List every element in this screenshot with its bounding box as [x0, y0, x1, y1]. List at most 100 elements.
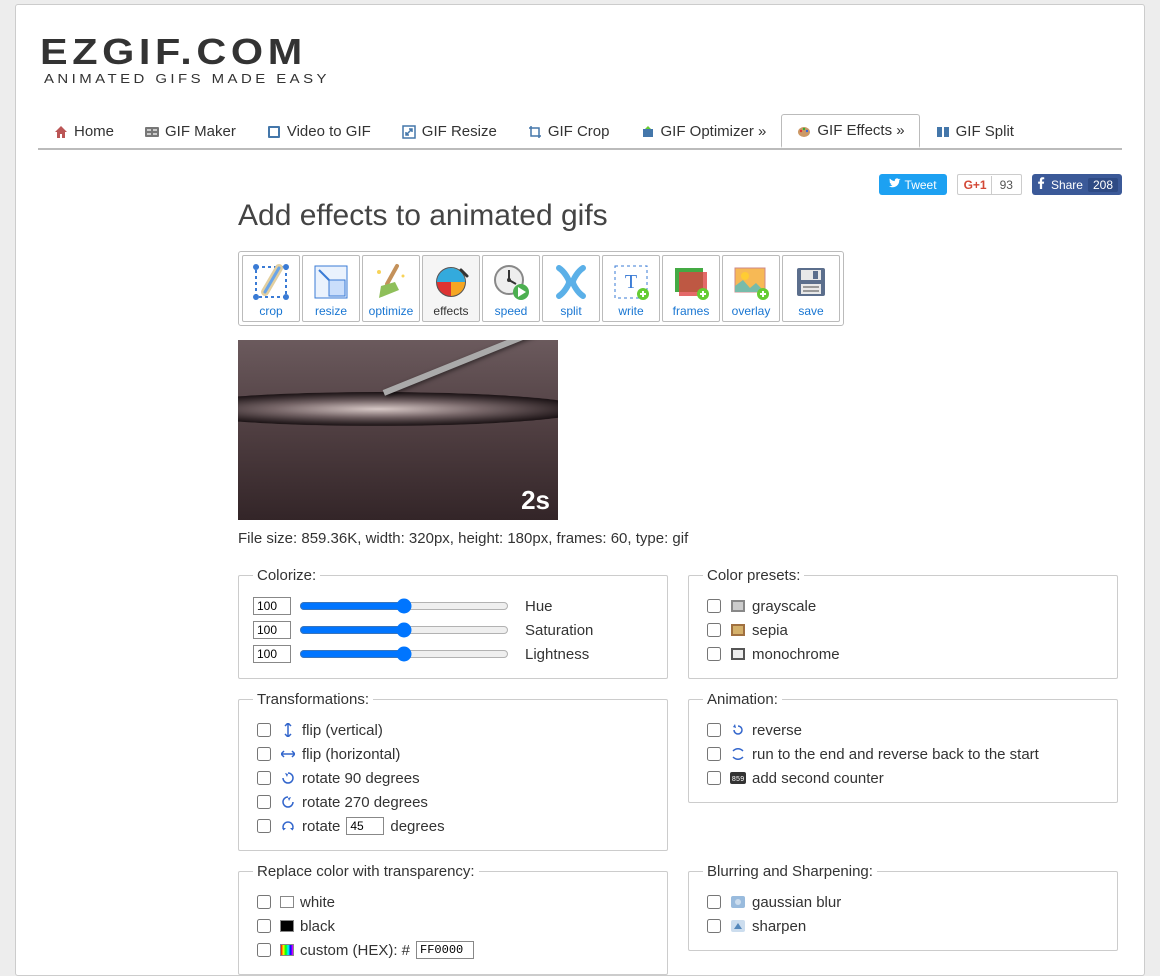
sepia-checkbox[interactable] [707, 623, 721, 637]
saturation-slider[interactable] [299, 622, 509, 638]
lightness-value[interactable] [253, 645, 291, 663]
share-bar: Tweet G+1 93 Share 208 [38, 174, 1122, 195]
sharpen-icon [730, 918, 746, 934]
replace-white-label: white [300, 894, 335, 911]
nav-gif-crop[interactable]: GIF Crop [512, 114, 625, 148]
twitter-icon [889, 177, 901, 192]
rotate-90-checkbox[interactable] [257, 771, 271, 785]
tool-save[interactable]: save [782, 255, 840, 322]
rotate-90-icon [280, 770, 296, 786]
site-logo[interactable]: EZGIF.COM ANIMATED GIFS MADE EASY [40, 31, 1122, 86]
tool-split[interactable]: split [542, 255, 600, 322]
color-presets-panel: Color presets: grayscale sepia [688, 567, 1118, 679]
monochrome-checkbox[interactable] [707, 647, 721, 661]
split-icon [935, 124, 951, 140]
crop-tool-icon [249, 260, 293, 304]
tool-label: split [544, 304, 598, 318]
tool-crop[interactable]: crop [242, 255, 300, 322]
svg-text:859: 859 [732, 776, 745, 784]
lightness-slider[interactable] [299, 646, 509, 662]
reverse-icon [730, 722, 746, 738]
replace-white-checkbox[interactable] [257, 895, 271, 909]
saturation-label: Saturation [525, 622, 593, 639]
preview-record-graphic [238, 392, 558, 426]
gaussian-blur-checkbox[interactable] [707, 895, 721, 909]
sepia-icon [730, 622, 746, 638]
gplus-button[interactable]: G+1 93 [957, 174, 1022, 195]
nav-label: Home [74, 123, 114, 140]
counter-checkbox[interactable] [707, 771, 721, 785]
animation-panel: Animation: reverse run to the end and re… [688, 691, 1118, 803]
colorize-panel: Colorize: Hue Saturation Lightness [238, 567, 668, 679]
optimize-icon [640, 124, 656, 140]
tool-optimize[interactable]: optimize [362, 255, 420, 322]
rotate-custom-post: degrees [390, 818, 444, 835]
counter-label: add second counter [752, 770, 884, 787]
tool-overlay[interactable]: overlay [722, 255, 780, 322]
top-nav: Home GIF Maker Video to GIF GIF Resize G… [38, 114, 1122, 150]
tool-label: save [784, 304, 838, 318]
reverse-checkbox[interactable] [707, 723, 721, 737]
tweet-button[interactable]: Tweet [879, 174, 947, 195]
flip-v-checkbox[interactable] [257, 723, 271, 737]
tool-write[interactable]: T write [602, 255, 660, 322]
blur-sharpen-legend: Blurring and Sharpening: [703, 863, 877, 880]
black-swatch-icon [280, 920, 294, 932]
replace-black-checkbox[interactable] [257, 919, 271, 933]
rotate-custom-value[interactable] [346, 817, 384, 835]
white-swatch-icon [280, 896, 294, 908]
reverse-label: reverse [752, 722, 802, 739]
grayscale-checkbox[interactable] [707, 599, 721, 613]
nav-gif-resize[interactable]: GIF Resize [386, 114, 512, 148]
gplus-count: 93 [991, 176, 1021, 194]
replace-custom-checkbox[interactable] [257, 943, 271, 957]
fb-share-button[interactable]: Share 208 [1032, 174, 1122, 195]
replace-color-panel: Replace color with transparency: white b… [238, 863, 668, 975]
sharpen-checkbox[interactable] [707, 919, 721, 933]
sepia-label: sepia [752, 622, 788, 639]
flip-v-icon [280, 722, 296, 738]
resize-icon [401, 124, 417, 140]
tool-resize[interactable]: resize [302, 255, 360, 322]
transformations-legend: Transformations: [253, 691, 373, 708]
gplus-icon: G+1 [958, 176, 991, 194]
counter-icon: 859 [730, 770, 746, 786]
rotate-custom-icon [280, 818, 296, 834]
tool-strip: crop resize optimize effects [238, 251, 844, 326]
rainbow-swatch-icon [280, 944, 294, 956]
colorize-legend: Colorize: [253, 567, 320, 584]
crop-icon [527, 124, 543, 140]
nav-home[interactable]: Home [38, 114, 129, 148]
tool-frames[interactable]: frames [662, 255, 720, 322]
nav-gif-optimizer[interactable]: GIF Optimizer » [625, 114, 782, 148]
nav-label: GIF Optimizer » [661, 123, 767, 140]
frames-tool-icon [669, 260, 713, 304]
monochrome-icon [730, 646, 746, 662]
hue-label: Hue [525, 598, 553, 615]
nav-gif-maker[interactable]: GIF Maker [129, 114, 251, 148]
rotate-custom-checkbox[interactable] [257, 819, 271, 833]
tool-label: write [604, 304, 658, 318]
tool-effects[interactable]: effects [422, 255, 480, 322]
overlay-tool-icon [729, 260, 773, 304]
palette-icon [796, 123, 812, 139]
tool-label: resize [304, 304, 358, 318]
nav-label: Video to GIF [287, 123, 371, 140]
bounce-checkbox[interactable] [707, 747, 721, 761]
tool-speed[interactable]: speed [482, 255, 540, 322]
hue-slider[interactable] [299, 598, 509, 614]
nav-gif-split[interactable]: GIF Split [920, 114, 1029, 148]
file-info: File size: 859.36K, width: 320px, height… [238, 530, 1122, 547]
nav-label: GIF Split [956, 123, 1014, 140]
hue-value[interactable] [253, 597, 291, 615]
flip-h-checkbox[interactable] [257, 747, 271, 761]
replace-custom-value[interactable] [416, 941, 474, 959]
rotate-270-checkbox[interactable] [257, 795, 271, 809]
split-tool-icon [549, 260, 593, 304]
tool-label: optimize [364, 304, 418, 318]
nav-gif-effects[interactable]: GIF Effects » [781, 114, 919, 148]
flip-v-label: flip (vertical) [302, 722, 383, 739]
sharpen-label: sharpen [752, 918, 806, 935]
nav-video-to-gif[interactable]: Video to GIF [251, 114, 386, 148]
saturation-value[interactable] [253, 621, 291, 639]
